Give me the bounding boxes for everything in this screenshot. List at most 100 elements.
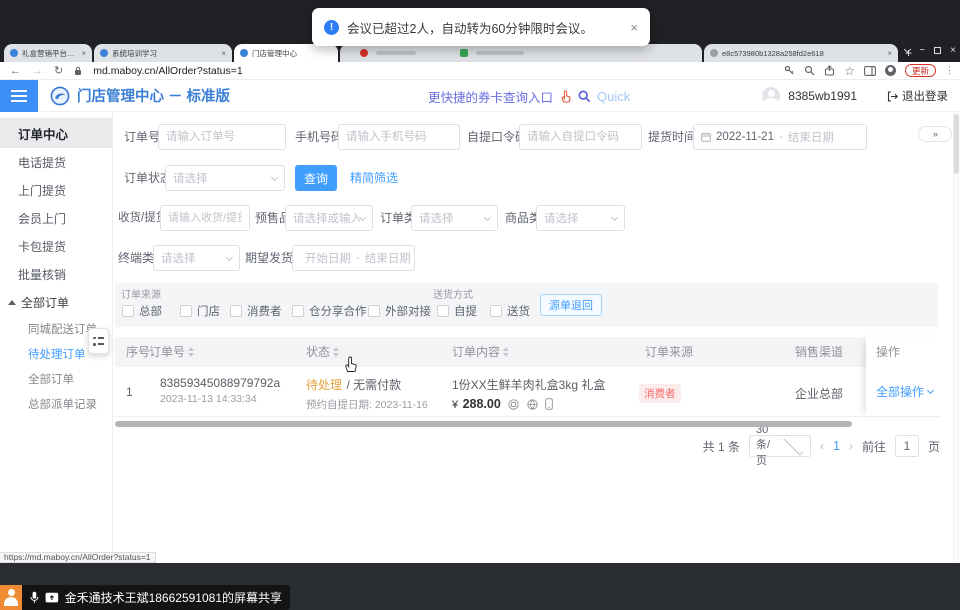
collapse-search-button[interactable]: » (918, 126, 952, 142)
browser-tab-hash[interactable]: e8c573980b1328a258fd2e618 × (704, 44, 898, 62)
url-text[interactable]: md.maboy.cn/AllOrder?status=1 (93, 65, 243, 77)
pickup-code-input[interactable] (519, 124, 642, 150)
app-logo (50, 86, 70, 106)
sidebar-item-phone-pickup[interactable]: 电话提货 (0, 148, 112, 176)
checkbox-icon[interactable] (368, 305, 380, 317)
sidebar-item-batch-verify[interactable]: 批量核销 (0, 260, 112, 288)
col-operation: 操作 (866, 337, 940, 367)
tab-close-icon[interactable]: × (81, 49, 86, 58)
logout-button[interactable]: 退出登录 (887, 88, 948, 104)
search-button[interactable]: 查询 (295, 165, 337, 191)
chevron-down-icon[interactable] (904, 45, 911, 52)
sidebar-item-door-pickup[interactable]: 上门提货 (0, 176, 112, 204)
vertical-scrollbar[interactable] (953, 112, 960, 563)
checkbox-icon[interactable] (230, 305, 242, 317)
info-icon: ! (324, 20, 339, 35)
horizontal-scrollbar[interactable] (115, 421, 852, 427)
maximize-button[interactable] (934, 47, 941, 54)
bookmark-star-icon[interactable]: ☆ (844, 63, 855, 79)
checkbox-warehouse-share[interactable]: 仓分享合作 (292, 303, 367, 319)
pointing-hand-icon (559, 90, 572, 103)
tab-favicon-red (360, 49, 368, 57)
checkbox-consumer[interactable]: 消费者 (230, 303, 282, 319)
forward-icon[interactable]: → (32, 63, 43, 79)
minimize-button[interactable]: − (919, 45, 925, 56)
meeting-app-icon[interactable] (0, 585, 22, 610)
checkbox-icon[interactable] (490, 305, 502, 317)
terminal-type-select[interactable]: 请选择 (153, 245, 240, 271)
tab-title: e8c573980b1328a258fd2e618 (722, 49, 883, 58)
zoom-icon[interactable] (804, 65, 815, 76)
sidebar-item-all-orders[interactable]: 全部订单 (0, 366, 112, 391)
order-no-input[interactable] (158, 124, 286, 150)
table-row[interactable]: 1 83859345088979792a 2023-11-13 14:33:34… (115, 367, 940, 417)
share-icon[interactable] (824, 65, 835, 76)
sidebar-group-all-orders[interactable]: 全部订单 (0, 288, 112, 316)
sort-icons[interactable] (188, 347, 194, 357)
toast-close-icon[interactable]: × (630, 20, 638, 35)
reload-icon[interactable]: ↻ (54, 63, 63, 79)
page-size-select[interactable]: 30条/页 (749, 435, 811, 457)
order-no[interactable]: 83859345088979792a (160, 376, 280, 390)
sidebar-item-card-pickup[interactable]: 卡包提货 (0, 232, 112, 260)
sidebar-item-member-visit[interactable]: 会员上门 (0, 204, 112, 232)
hamburger-menu-icon[interactable] (0, 80, 38, 112)
browser-tab-active[interactable]: 门店管理中心 (234, 44, 338, 62)
sort-icons[interactable] (333, 347, 339, 357)
order-type-select[interactable]: 请选择 (411, 205, 498, 231)
quick-label[interactable]: Quick (597, 89, 630, 104)
profile-avatar[interactable] (885, 65, 896, 76)
expect-date-range[interactable]: 开始日期 - 结束日期 (292, 245, 415, 271)
checkbox-external[interactable]: 外部对接 (368, 303, 431, 319)
checkbox-icon[interactable] (122, 305, 134, 317)
tab-favicon (10, 49, 18, 57)
tab-close-icon[interactable]: × (887, 49, 892, 58)
side-panel-icon[interactable] (864, 66, 876, 76)
calendar-icon (701, 132, 711, 142)
tab-close-icon[interactable]: × (221, 49, 226, 58)
tab-favicon (100, 49, 108, 57)
checkbox-icon[interactable] (180, 305, 192, 317)
scrollbar-thumb[interactable] (954, 114, 959, 174)
order-content: 1份XX生鲜羊肉礼盒3kg 礼盒 (452, 376, 605, 393)
coupon-entry-link[interactable]: 更快捷的券卡查询入口 (428, 87, 553, 106)
prev-page-button[interactable]: ‹ (820, 439, 824, 453)
checkbox-store[interactable]: 门店 (180, 303, 220, 319)
presale-brand-select[interactable]: 请选择或输入 (285, 205, 373, 231)
checkbox-delivery[interactable]: 送货 (490, 303, 530, 319)
browser-tab-2[interactable]: 系统培训学习 × (94, 44, 232, 62)
pickup-time-range[interactable]: 2022-11-21 - 结束日期 (693, 124, 867, 150)
update-button[interactable]: 更新 (905, 64, 936, 77)
receiver-input[interactable] (160, 205, 250, 231)
quick-search-icon[interactable] (578, 90, 591, 103)
goto-page-input[interactable] (895, 435, 919, 457)
sidebar-item-hq-dispatch[interactable]: 总部派单记录 (0, 391, 112, 416)
sort-icons[interactable] (503, 347, 509, 357)
current-page[interactable]: 1 (833, 439, 840, 453)
checkbox-hq[interactable]: 总部 (122, 303, 162, 319)
status-bar-link: https://md.maboy.cn/AllOrder?status=1 (0, 552, 156, 563)
all-operations-dropdown[interactable]: 全部操作 (866, 367, 940, 417)
phone-input[interactable] (338, 124, 460, 150)
key-icon[interactable] (784, 65, 795, 76)
col-order-no[interactable]: 订单号 (149, 337, 194, 367)
goods-type-select[interactable]: 请选择 (536, 205, 625, 231)
user-avatar[interactable] (762, 87, 780, 105)
next-page-button[interactable]: › (849, 439, 853, 453)
checkbox-icon[interactable] (437, 305, 449, 317)
browser-menu-icon[interactable]: ⋮ (945, 65, 954, 76)
close-window-button[interactable]: × (950, 45, 956, 56)
back-icon[interactable]: ← (10, 63, 21, 79)
phone-label: 手机号码 (295, 124, 343, 150)
source-order-return-button[interactable]: 源单退回 (540, 294, 602, 316)
goto-label: 前往 (862, 438, 886, 455)
browser-tab-1[interactable]: 礼盒营销平台管理中心 × (4, 44, 92, 62)
order-status-select[interactable]: 请选择 (165, 165, 285, 191)
simple-filter-link[interactable]: 精简筛选 (350, 165, 398, 191)
checkbox-icon[interactable] (292, 305, 304, 317)
sidebar-drag-handle[interactable] (88, 328, 109, 354)
browser-tabs-hidden[interactable] (340, 44, 702, 62)
checkbox-self-pickup[interactable]: 自提 (437, 303, 477, 319)
col-status[interactable]: 状态 (306, 337, 339, 367)
col-content[interactable]: 订单内容 (452, 337, 509, 367)
